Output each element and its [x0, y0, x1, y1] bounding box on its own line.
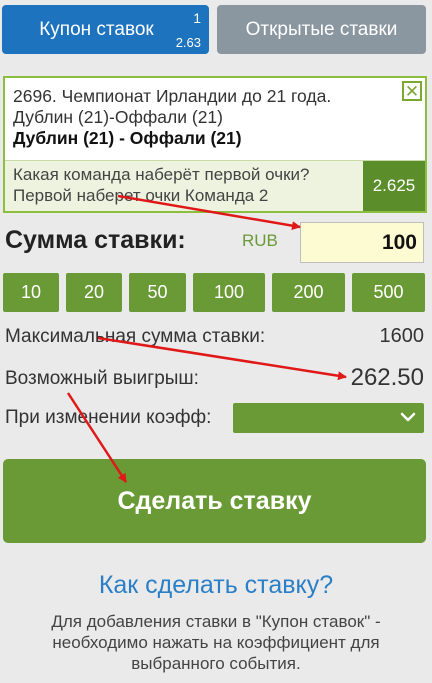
- place-bet-button[interactable]: Сделать ставку: [3, 459, 426, 543]
- odds-change-label: При изменении коэфф:: [5, 407, 212, 428]
- quick-amount-button[interactable]: 500: [352, 273, 425, 312]
- how-to-bet-link[interactable]: Как сделать ставку?: [0, 571, 432, 600]
- event-teams-line: Дублин (21)-Оффали (21): [13, 107, 223, 127]
- selection-odds: 2.625: [363, 161, 425, 211]
- market-selection: Первой наберет очки Команда 2: [13, 186, 269, 205]
- how-to-bet-description: Для добавления ставки в "Купон ставок" -…: [51, 612, 381, 673]
- coupon-tabs: Купон ставок 1 2.63 Открытые ставки: [0, 0, 432, 60]
- bet-selection-card: 2696. Чемпионат Ирландии до 21 года. Дуб…: [3, 76, 427, 213]
- event-match-title: Дублин (21) - Оффали (21): [13, 128, 242, 148]
- quick-amount-button[interactable]: 200: [272, 273, 345, 312]
- stake-amount-input[interactable]: 100: [300, 222, 424, 263]
- remove-selection-close-icon[interactable]: ✕: [402, 81, 422, 101]
- max-stake-label: Максимальная сумма ставки:: [5, 326, 266, 347]
- event-league: 2696. Чемпионат Ирландии до 21 года.: [13, 86, 332, 106]
- tab-bet-coupon-label: Купон ставок: [39, 18, 154, 40]
- quick-amount-button[interactable]: 20: [66, 273, 122, 312]
- quick-amount-button[interactable]: 50: [129, 273, 186, 312]
- market-question: Какая команда наберёт первой очки?: [13, 165, 310, 184]
- event-info: 2696. Чемпионат Ирландии до 21 года. Дуб…: [13, 86, 395, 149]
- possible-win-value: 262.50: [350, 364, 424, 391]
- chevron-down-icon: [400, 412, 416, 422]
- max-stake-value: 1600: [379, 325, 425, 347]
- quick-amount-button[interactable]: 100: [193, 273, 265, 312]
- market-info: Какая команда наберёт первой очки? Перво…: [13, 164, 359, 206]
- coupon-count-badge: 1: [193, 10, 201, 26]
- stake-amount-label: Сумма ставки:: [5, 226, 186, 254]
- quick-amount-button[interactable]: 10: [3, 273, 59, 312]
- coupon-total-odds: 2.63: [175, 35, 201, 50]
- market-row: Какая команда наберёт первой очки? Перво…: [5, 160, 425, 211]
- tab-open-bets[interactable]: Открытые ставки: [217, 5, 426, 54]
- possible-win-label: Возможный выигрыш:: [5, 368, 199, 389]
- tab-bet-coupon[interactable]: Купон ставок 1 2.63: [2, 5, 209, 54]
- stake-currency: RUB: [242, 231, 278, 250]
- tab-open-bets-label: Открытые ставки: [245, 18, 398, 40]
- odds-change-select[interactable]: [233, 403, 424, 433]
